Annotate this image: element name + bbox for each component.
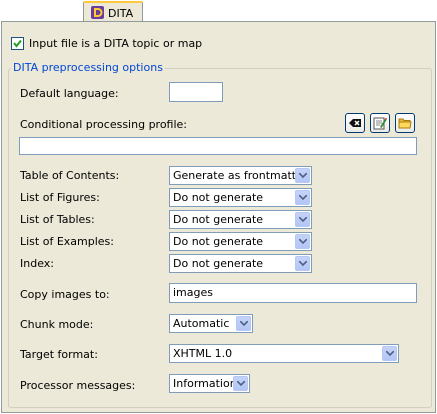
profile-label: Conditional processing profile: — [20, 118, 188, 131]
chunk-mode-value: Automatic — [173, 317, 230, 330]
figures-select-value: Do not generate — [173, 191, 264, 204]
target-format-value: XHTML 1.0 — [173, 347, 233, 360]
profile-input[interactable] — [19, 137, 417, 155]
toc-select[interactable]: Generate as frontmatter — [169, 166, 312, 185]
processor-messages-value: Information — [173, 377, 237, 390]
examples-select[interactable]: Do not generate — [169, 232, 312, 251]
processor-messages-select[interactable]: Information — [169, 374, 250, 393]
chevron-down-icon[interactable] — [295, 212, 310, 227]
chevron-down-icon[interactable] — [295, 256, 310, 271]
input-dita-checkbox-label: Input file is a DITA topic or map — [29, 37, 203, 50]
folder-icon — [398, 118, 412, 129]
tables-select-value: Do not generate — [173, 213, 264, 226]
index-select[interactable]: Do not generate — [169, 254, 312, 273]
tab-dita[interactable]: DITA — [83, 1, 143, 22]
toc-select-value: Generate as frontmatter — [173, 169, 308, 182]
chevron-down-icon[interactable] — [295, 168, 310, 183]
toc-label: Table of Contents: — [20, 169, 120, 182]
target-format-select[interactable]: XHTML 1.0 — [169, 344, 399, 363]
chunk-mode-select[interactable]: Automatic — [169, 314, 253, 333]
target-format-label: Target format: — [20, 348, 98, 361]
dita-icon — [90, 5, 105, 20]
examples-select-value: Do not generate — [173, 235, 264, 248]
input-dita-checkbox[interactable] — [11, 37, 24, 50]
figures-select[interactable]: Do not generate — [169, 188, 312, 207]
figures-label: List of Figures: — [20, 191, 100, 204]
copy-images-label: Copy images to: — [20, 288, 110, 301]
tables-select[interactable]: Do not generate — [169, 210, 312, 229]
chevron-down-icon[interactable] — [295, 190, 310, 205]
tab-label: DITA — [108, 7, 134, 20]
examples-label: List of Examples: — [20, 235, 114, 248]
tables-label: List of Tables: — [20, 213, 95, 226]
edit-profile-button[interactable] — [370, 113, 390, 133]
index-select-value: Do not generate — [173, 257, 264, 270]
default-language-input[interactable] — [169, 82, 223, 102]
chunk-mode-label: Chunk mode: — [20, 318, 94, 331]
index-label: Index: — [20, 257, 54, 270]
chevron-down-icon[interactable] — [382, 346, 397, 361]
clear-icon — [349, 119, 361, 127]
processor-messages-label: Processor messages: — [20, 379, 136, 392]
default-language-label: Default language: — [20, 87, 119, 100]
edit-icon — [373, 117, 387, 130]
chevron-down-icon[interactable] — [233, 376, 248, 391]
dita-panel: Input file is a DITA topic or map DITA p… — [1, 21, 436, 413]
chevron-down-icon[interactable] — [236, 316, 251, 331]
browse-profile-button[interactable] — [395, 113, 415, 133]
copy-images-input[interactable]: images — [169, 283, 417, 303]
clear-profile-button[interactable] — [345, 113, 365, 133]
chevron-down-icon[interactable] — [295, 234, 310, 249]
preprocessing-group-title: DITA preprocessing options — [11, 61, 165, 74]
